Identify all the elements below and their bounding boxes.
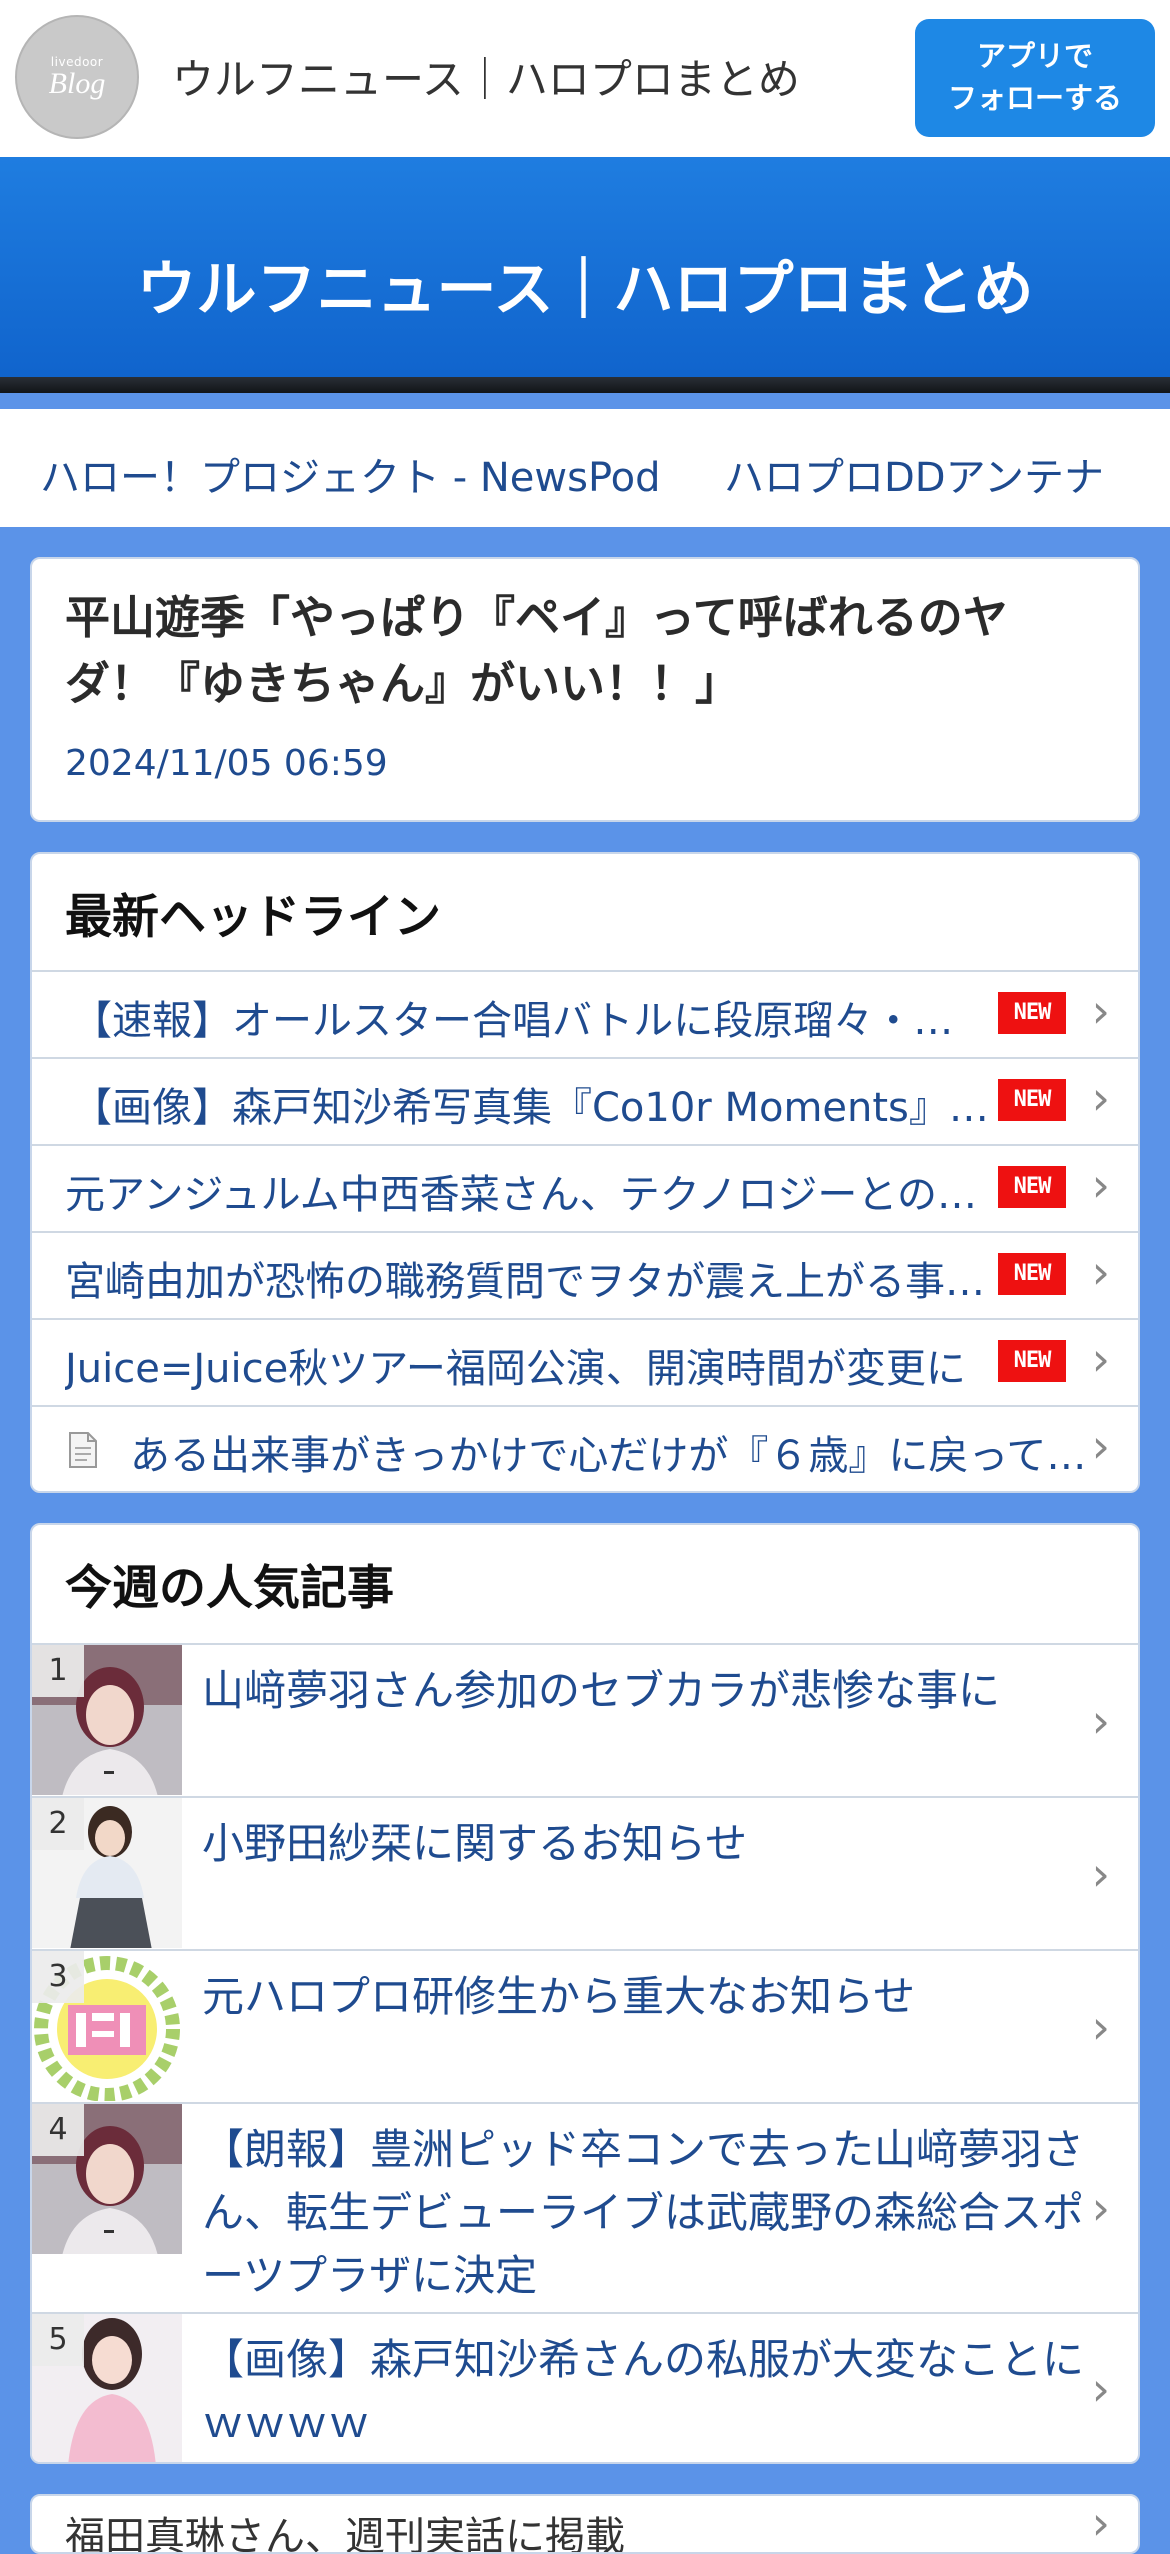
chevron-right-icon: ›	[1091, 2496, 1110, 2550]
top-bar: livedoor Blog ウルフニュース｜ハロプロまとめ アプリで フォローす…	[0, 0, 1170, 157]
banner-divider	[0, 377, 1170, 393]
rank-number: 5	[32, 2314, 84, 2366]
headline-item[interactable]: 元アンジュルム中西香菜さん、テクノロジーとの向き合い方を語る NEW ›	[32, 1144, 1138, 1231]
livedoor-blog-logo[interactable]: livedoor Blog	[15, 15, 139, 139]
chevron-right-icon: ›	[1091, 1071, 1110, 1125]
article-card: 平山遊季「やっぱり『ペイ』って呼ばれるのヤダ！『ゆきちゃん』がいい！！」 202…	[30, 557, 1140, 822]
latest-headlines-card: 最新ヘッドライン 【速報】オールスター合唱バトルに段原瑠々・江端妃咲が出演決定 …	[30, 852, 1140, 1493]
chevron-right-icon: ›	[1091, 1846, 1110, 1901]
new-badge: NEW	[998, 1340, 1066, 1382]
new-badge: NEW	[998, 1166, 1066, 1208]
headlines-heading: 最新ヘッドライン	[65, 890, 441, 945]
popular-item[interactable]: 5 【画像】森戸知沙希さんの私服が大変なことにｗｗｗｗ ›	[32, 2312, 1138, 2462]
chevron-right-icon: ›	[1091, 1332, 1110, 1386]
blog-header-banner[interactable]: ウルフニュース｜ハロプロまとめ	[0, 157, 1170, 393]
headline-item[interactable]: 宮崎由加が恐怖の職務質問でヲタが震え上がる事態に NEW ›	[32, 1231, 1138, 1318]
popular-item-title: 山﨑夢羽さん参加のセブカラが悲惨な事に	[202, 1666, 1001, 1715]
document-icon	[69, 1432, 97, 1468]
new-badge: NEW	[998, 1253, 1066, 1295]
logo-big-text: Blog	[48, 67, 106, 100]
chevron-right-icon: ›	[1091, 1693, 1110, 1748]
new-badge: NEW	[998, 1079, 1066, 1121]
popular-item[interactable]: 2 小野田紗栞に関するお知らせ ›	[32, 1796, 1138, 1949]
antenna-links-bar: ハロー！プロジェクト - NewsPod ハロプロDDアンテナ	[0, 409, 1170, 527]
rank-number: 2	[32, 1798, 84, 1850]
popular-item-title: 【画像】森戸知沙希さんの私服が大変なことにｗｗｗｗ	[202, 2335, 1085, 2447]
chevron-right-icon: ›	[1091, 1419, 1110, 1473]
popular-heading: 今週の人気記事	[65, 1561, 394, 1616]
chevron-right-icon: ›	[1091, 984, 1110, 1038]
next-article-card[interactable]: 福田真琳さん、週刊実話に掲載 ›	[30, 2494, 1140, 2554]
headline-item[interactable]: ある出来事がきっかけで心だけが『６歳』に戻ってしまった話 ›	[32, 1405, 1138, 1491]
rank-number: 3	[32, 1951, 84, 2003]
weekly-popular-card: 今週の人気記事 1 山﨑夢羽さん参加のセブカラが悲惨な事に › 2 小野田紗栞に…	[30, 1523, 1140, 2464]
chevron-right-icon: ›	[1091, 1999, 1110, 2054]
headline-item[interactable]: 【画像】森戸知沙希写真集『Co10r Moments』の表紙が公開 NEW ›	[32, 1057, 1138, 1144]
headline-text: 元アンジュルム中西香菜さん、テクノロジーとの向き合い方を語る	[65, 1172, 995, 1218]
popular-item[interactable]: 1 山﨑夢羽さん参加のセブカラが悲惨な事に ›	[32, 1643, 1138, 1796]
follow-in-app-button[interactable]: アプリで フォローする	[915, 19, 1155, 137]
antenna-link-dd[interactable]: ハロプロDDアンテナ	[724, 445, 1104, 503]
new-badge: NEW	[998, 992, 1066, 1034]
follow-line-2: フォローする	[947, 81, 1122, 115]
popular-item-title: 小野田紗栞に関するお知らせ	[202, 1819, 748, 1868]
headline-item[interactable]: 【速報】オールスター合唱バトルに段原瑠々・江端妃咲が出演決定 NEW ›	[32, 970, 1138, 1057]
headline-text: 【速報】オールスター合唱バトルに段原瑠々・江端妃咲が出演決定	[72, 998, 992, 1044]
article-date: 2024/11/05 06:59	[65, 743, 388, 784]
chevron-right-icon: ›	[1091, 2362, 1110, 2416]
headline-text: Juice=Juice秋ツアー福岡公演、開演時間が変更に	[65, 1346, 966, 1392]
chevron-right-icon: ›	[1091, 1245, 1110, 1299]
next-article-title: 福田真琳さん、週刊実話に掲載	[65, 2514, 625, 2554]
banner-title: ウルフニュース｜ハロプロまとめ	[136, 255, 1034, 325]
chevron-right-icon: ›	[1091, 1158, 1110, 1212]
chevron-right-icon: ›	[1091, 2181, 1110, 2235]
site-name[interactable]: ウルフニュース｜ハロプロまとめ	[172, 46, 800, 107]
article-title[interactable]: 平山遊季「やっぱり『ペイ』って呼ばれるのヤダ！『ゆきちゃん』がいい！！」	[65, 585, 1095, 717]
antenna-link-newspod[interactable]: ハロー！プロジェクト - NewsPod	[40, 445, 661, 503]
popular-item[interactable]: 4 【朗報】豊洲ピッド卒コンで去った山﨑夢羽さん、転生デビューライブは武蔵野の森…	[32, 2102, 1138, 2312]
follow-line-1: アプリで	[976, 39, 1093, 73]
popular-item-title: 元ハロプロ研修生から重大なお知らせ	[202, 1972, 916, 2021]
popular-item[interactable]: 3 元ハロプロ研修生から重大なお知らせ ›	[32, 1949, 1138, 2102]
rank-number: 4	[32, 2104, 84, 2156]
headline-item[interactable]: Juice=Juice秋ツアー福岡公演、開演時間が変更に NEW ›	[32, 1318, 1138, 1405]
popular-item-title: 【朗報】豊洲ピッド卒コンで去った山﨑夢羽さん、転生デビューライブは武蔵野の森総合…	[202, 2125, 1085, 2300]
headline-text: ある出来事がきっかけで心だけが『６歳』に戻ってしまった話	[130, 1433, 1090, 1479]
headline-text: 宮崎由加が恐怖の職務質問でヲタが震え上がる事態に	[65, 1259, 995, 1305]
headline-text: 【画像】森戸知沙希写真集『Co10r Moments』の表紙が公開	[72, 1085, 992, 1131]
rank-number: 1	[32, 1645, 84, 1697]
